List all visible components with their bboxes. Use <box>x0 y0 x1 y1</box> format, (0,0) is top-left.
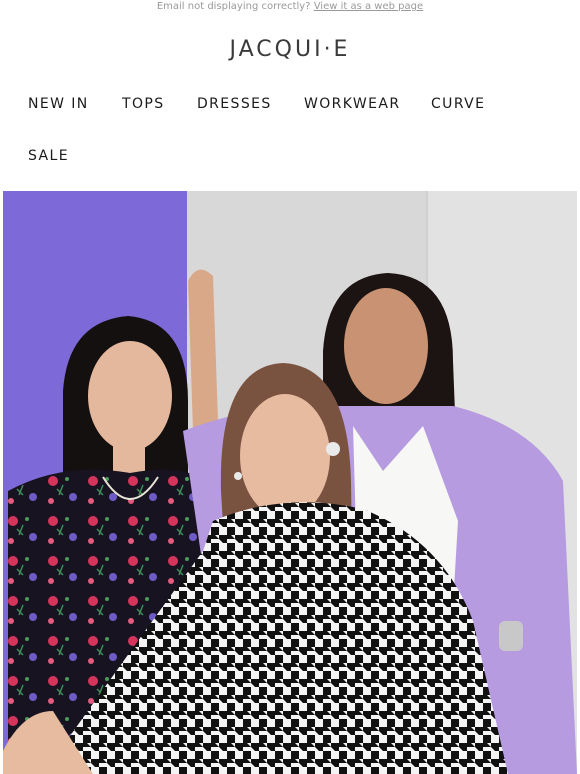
nav-item-tops[interactable]: TOPS <box>122 96 165 112</box>
nav-item-new-in[interactable]: NEW IN <box>28 96 89 112</box>
nav-item-workwear[interactable]: WORKWEAR <box>304 96 400 112</box>
view-web-page-link[interactable]: View it as a web page <box>314 1 423 12</box>
hero-photo-illustration <box>3 191 577 774</box>
raised-arm <box>188 269 218 431</box>
hero-image[interactable] <box>3 191 577 774</box>
brand-logo[interactable]: JACQUI·E <box>0 37 580 62</box>
preheader-text: Email not displaying correctly? <box>156 1 311 12</box>
nav-item-curve[interactable]: CURVE <box>431 96 485 112</box>
nav-item-sale[interactable]: SALE <box>28 148 69 164</box>
nav-item-dresses[interactable]: DRESSES <box>197 96 272 112</box>
preheader: Email not displaying correctly? View it … <box>0 0 580 16</box>
